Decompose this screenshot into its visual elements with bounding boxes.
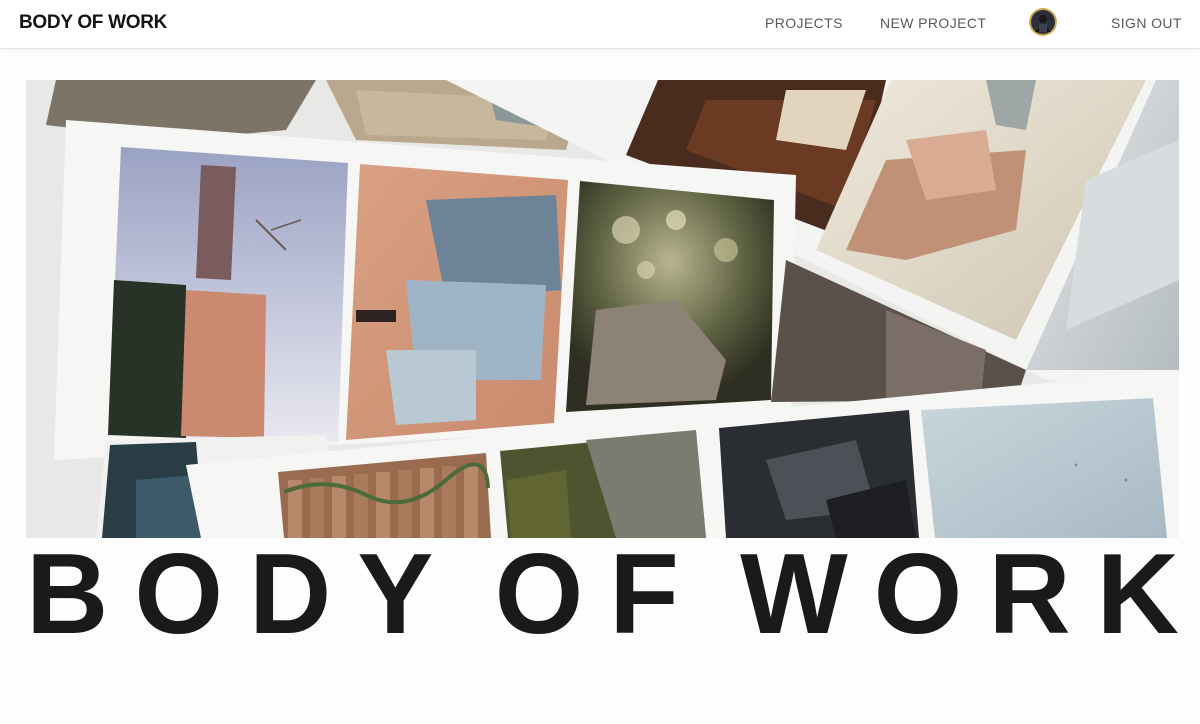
page-hero-title: BODY OF WORK — [26, 530, 1179, 660]
brand-logo-link[interactable]: BODY OF WORK — [19, 12, 167, 34]
top-navigation-bar: BODY OF WORK PROJECTS NEW PROJECT SIGN O… — [0, 0, 1200, 49]
title-word-of: OF — [494, 531, 705, 658]
hero-photo-collage — [26, 80, 1179, 538]
nav-projects-link[interactable]: PROJECTS — [765, 15, 843, 31]
nav-new-project-link[interactable]: NEW PROJECT — [880, 15, 986, 31]
user-avatar-icon[interactable] — [1029, 8, 1057, 36]
title-word-body: BODY — [26, 531, 460, 658]
nav-sign-out-link[interactable]: SIGN OUT — [1111, 15, 1182, 31]
title-word-work: WORK — [740, 531, 1200, 658]
